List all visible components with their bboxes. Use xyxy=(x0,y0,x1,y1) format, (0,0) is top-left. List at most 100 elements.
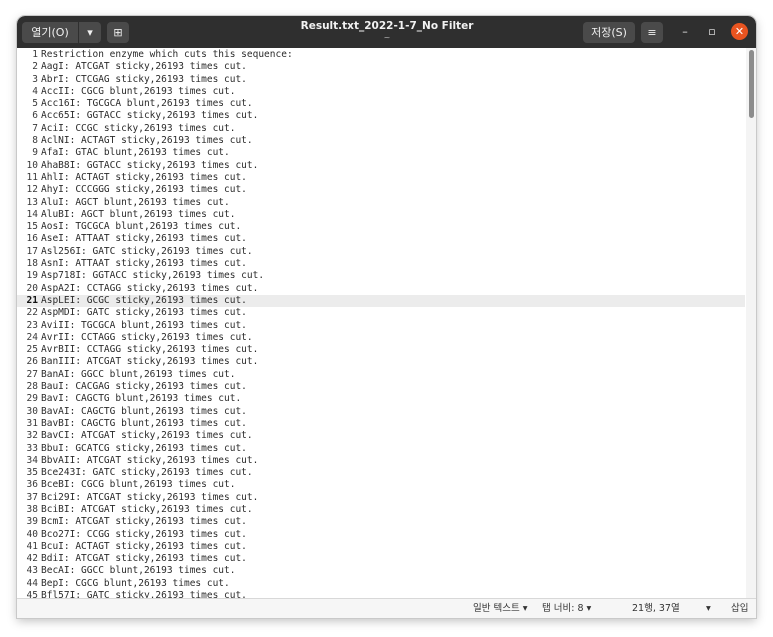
text-line[interactable]: 1 Restriction enzyme which cuts this sequ… xyxy=(17,49,745,61)
line-text[interactable]: BdiI: ATCGAT sticky,26193 times cut. xyxy=(41,553,247,565)
text-line[interactable]: 3 AbrI: CTCGAG sticky,26193 times cut. xyxy=(17,74,745,86)
line-text[interactable]: BavCI: ATCGAT sticky,26193 times cut. xyxy=(41,430,253,442)
line-text[interactable]: AspMDI: GATC sticky,26193 times cut. xyxy=(41,307,247,319)
line-text[interactable]: Acc65I: GGTACC sticky,26193 times cut. xyxy=(41,110,258,122)
text-line[interactable]: 18 AsnI: ATTAAT sticky,26193 times cut. xyxy=(17,258,745,270)
text-line[interactable]: 10 AhaB8I: GGTACC sticky,26193 times cut. xyxy=(17,160,745,172)
text-line[interactable]: 13 AluI: AGCT blunt,26193 times cut. xyxy=(17,197,745,209)
open-dropdown-arrow-icon[interactable]: ▾ xyxy=(79,22,101,43)
line-text[interactable]: AhlI: ACTAGT sticky,26193 times cut. xyxy=(41,172,247,184)
line-text[interactable]: BanIII: ATCGAT sticky,26193 times cut. xyxy=(41,356,258,368)
maximize-icon[interactable]: ▫ xyxy=(705,25,719,39)
text-line[interactable]: 42 BdiI: ATCGAT sticky,26193 times cut. xyxy=(17,553,745,565)
line-text[interactable]: AvrBII: CCTAGG sticky,26193 times cut. xyxy=(41,344,258,356)
line-text[interactable]: AosI: TGCGCA blunt,26193 times cut. xyxy=(41,221,241,233)
vertical-scrollbar[interactable] xyxy=(746,48,756,598)
text-line[interactable]: 8 AclNI: ACTAGT sticky,26193 times cut. xyxy=(17,135,745,147)
line-text[interactable]: AluBI: AGCT blunt,26193 times cut. xyxy=(41,209,235,221)
line-text[interactable]: AspA2I: CCTAGG sticky,26193 times cut. xyxy=(41,283,258,295)
line-text[interactable]: Bci29I: ATCGAT sticky,26193 times cut. xyxy=(41,492,258,504)
text-line[interactable]: 14 AluBI: AGCT blunt,26193 times cut. xyxy=(17,209,745,221)
text-line[interactable]: 2 AagI: ATCGAT sticky,26193 times cut. xyxy=(17,61,745,73)
line-text[interactable]: Bce243I: GATC sticky,26193 times cut. xyxy=(41,467,253,479)
line-text[interactable]: BcmI: ATCGAT sticky,26193 times cut. xyxy=(41,516,247,528)
line-text[interactable]: AclNI: ACTAGT sticky,26193 times cut. xyxy=(41,135,253,147)
line-text[interactable]: AviII: TGCGCA blunt,26193 times cut. xyxy=(41,320,247,332)
line-text[interactable]: BepI: CGCG blunt,26193 times cut. xyxy=(41,578,230,590)
close-icon[interactable]: ✕ xyxy=(731,23,748,40)
chevron-down-icon[interactable]: ▾ xyxy=(706,599,711,618)
line-text[interactable]: BcuI: ACTAGT sticky,26193 times cut. xyxy=(41,541,247,553)
line-text[interactable]: AluI: AGCT blunt,26193 times cut. xyxy=(41,197,230,209)
line-text[interactable]: BbvAII: ATCGAT sticky,26193 times cut. xyxy=(41,455,258,467)
syntax-selector[interactable]: 일반 텍스트 ▾ xyxy=(473,599,528,618)
text-line[interactable]: 27 BanAI: GGCC blunt,26193 times cut. xyxy=(17,369,745,381)
line-text[interactable]: BciBI: ATCGAT sticky,26193 times cut. xyxy=(41,504,253,516)
save-button[interactable]: 저장(S) xyxy=(583,22,635,43)
line-text[interactable]: BauI: CACGAG sticky,26193 times cut. xyxy=(41,381,247,393)
text-line[interactable]: 17 Asl256I: GATC sticky,26193 times cut. xyxy=(17,246,745,258)
text-line[interactable]: 22 AspMDI: GATC sticky,26193 times cut. xyxy=(17,307,745,319)
text-line[interactable]: 24 AvrII: CCTAGG sticky,26193 times cut. xyxy=(17,332,745,344)
text-line[interactable]: 26 BanIII: ATCGAT sticky,26193 times cut. xyxy=(17,356,745,368)
line-text[interactable]: Bfl57I: GATC sticky,26193 times cut. xyxy=(41,590,247,598)
text-line[interactable]: 21 AspLEI: GCGC sticky,26193 times cut. xyxy=(17,294,745,308)
text-line[interactable]: 15 AosI: TGCGCA blunt,26193 times cut. xyxy=(17,221,745,233)
text-line[interactable]: 39 BcmI: ATCGAT sticky,26193 times cut. xyxy=(17,516,745,528)
open-button[interactable]: 열기(O) xyxy=(22,22,78,43)
line-text[interactable]: Acc16I: TGCGCA blunt,26193 times cut. xyxy=(41,98,253,110)
text-line[interactable]: 29 BavI: CAGCTG blunt,26193 times cut. xyxy=(17,393,745,405)
text-line[interactable]: 41 BcuI: ACTAGT sticky,26193 times cut. xyxy=(17,541,745,553)
text-line[interactable]: 44 BepI: CGCG blunt,26193 times cut. xyxy=(17,578,745,590)
line-text[interactable]: BecAI: GGCC blunt,26193 times cut. xyxy=(41,565,235,577)
text-line[interactable]: 23 AviII: TGCGCA blunt,26193 times cut. xyxy=(17,320,745,332)
text-line[interactable]: 20 AspA2I: CCTAGG sticky,26193 times cut. xyxy=(17,283,745,295)
text-line[interactable]: 38 BciBI: ATCGAT sticky,26193 times cut. xyxy=(17,504,745,516)
line-text[interactable]: BanAI: GGCC blunt,26193 times cut. xyxy=(41,369,235,381)
text-line[interactable]: 28 BauI: CACGAG sticky,26193 times cut. xyxy=(17,381,745,393)
text-line[interactable]: 33 BbuI: GCATCG sticky,26193 times cut. xyxy=(17,443,745,455)
line-text[interactable]: BavAI: CAGCTG blunt,26193 times cut. xyxy=(41,406,247,418)
text-editor[interactable]: 1 Restriction enzyme which cuts this sequ… xyxy=(17,48,756,598)
line-text[interactable]: AsnI: ATTAAT sticky,26193 times cut. xyxy=(41,258,247,270)
minimize-icon[interactable]: – xyxy=(678,25,692,39)
line-text[interactable]: AciI: CCGC sticky,26193 times cut. xyxy=(41,123,235,135)
text-line[interactable]: 34 BbvAII: ATCGAT sticky,26193 times cut. xyxy=(17,455,745,467)
line-text[interactable]: BavI: CAGCTG blunt,26193 times cut. xyxy=(41,393,241,405)
text-line[interactable]: 43 BecAI: GGCC blunt,26193 times cut. xyxy=(17,565,745,577)
line-text[interactable]: AvrII: CCTAGG sticky,26193 times cut. xyxy=(41,332,253,344)
line-text[interactable]: Asl256I: GATC sticky,26193 times cut. xyxy=(41,246,253,258)
text-line[interactable]: 31 BavBI: CAGCTG blunt,26193 times cut. xyxy=(17,418,745,430)
text-line[interactable]: 40 Bco27I: CCGG sticky,26193 times cut. xyxy=(17,529,745,541)
text-line[interactable]: 7 AciI: CCGC sticky,26193 times cut. xyxy=(17,123,745,135)
text-line[interactable]: 25 AvrBII: CCTAGG sticky,26193 times cut. xyxy=(17,344,745,356)
tab-width-selector[interactable]: 탭 너비: 8 ▾ xyxy=(542,599,591,618)
text-line[interactable]: 4 AccII: CGCG blunt,26193 times cut. xyxy=(17,86,745,98)
text-line[interactable]: 11 AhlI: ACTAGT sticky,26193 times cut. xyxy=(17,172,745,184)
line-text[interactable]: AbrI: CTCGAG sticky,26193 times cut. xyxy=(41,74,247,86)
text-line[interactable]: 12 AhyI: CCCGGG sticky,26193 times cut. xyxy=(17,184,745,196)
text-lines[interactable]: 1 Restriction enzyme which cuts this sequ… xyxy=(17,49,745,598)
text-line[interactable]: 35 Bce243I: GATC sticky,26193 times cut. xyxy=(17,467,745,479)
text-line[interactable]: 37 Bci29I: ATCGAT sticky,26193 times cut. xyxy=(17,492,745,504)
text-line[interactable]: 30 BavAI: CAGCTG blunt,26193 times cut. xyxy=(17,406,745,418)
line-text[interactable]: BbuI: GCATCG sticky,26193 times cut. xyxy=(41,443,247,455)
text-line[interactable]: 9 AfaI: GTAC blunt,26193 times cut. xyxy=(17,147,745,159)
line-text[interactable]: Restriction enzyme which cuts this seque… xyxy=(41,49,293,61)
text-line[interactable]: 5 Acc16I: TGCGCA blunt,26193 times cut. xyxy=(17,98,745,110)
new-document-icon[interactable]: ⊞ xyxy=(107,22,129,43)
line-text[interactable]: AspLEI: GCGC sticky,26193 times cut. xyxy=(41,295,247,307)
line-text[interactable]: Bco27I: CCGG sticky,26193 times cut. xyxy=(41,529,247,541)
text-line[interactable]: 6 Acc65I: GGTACC sticky,26193 times cut. xyxy=(17,110,745,122)
scrollbar-thumb[interactable] xyxy=(749,50,754,118)
text-line[interactable]: 45 Bfl57I: GATC sticky,26193 times cut. xyxy=(17,590,745,598)
text-line[interactable]: 16 AseI: ATTAAT sticky,26193 times cut. xyxy=(17,233,745,245)
text-line[interactable]: 32 BavCI: ATCGAT sticky,26193 times cut. xyxy=(17,430,745,442)
text-line[interactable]: 36 BceBI: CGCG blunt,26193 times cut. xyxy=(17,479,745,491)
line-text[interactable]: BceBI: CGCG blunt,26193 times cut. xyxy=(41,479,235,491)
line-text[interactable]: AhyI: CCCGGG sticky,26193 times cut. xyxy=(41,184,247,196)
text-line[interactable]: 19 Asp718I: GGTACC sticky,26193 times cut… xyxy=(17,270,745,282)
line-text[interactable]: AagI: ATCGAT sticky,26193 times cut. xyxy=(41,61,247,73)
line-text[interactable]: AccII: CGCG blunt,26193 times cut. xyxy=(41,86,235,98)
line-text[interactable]: Asp718I: GGTACC sticky,26193 times cut. xyxy=(41,270,264,282)
